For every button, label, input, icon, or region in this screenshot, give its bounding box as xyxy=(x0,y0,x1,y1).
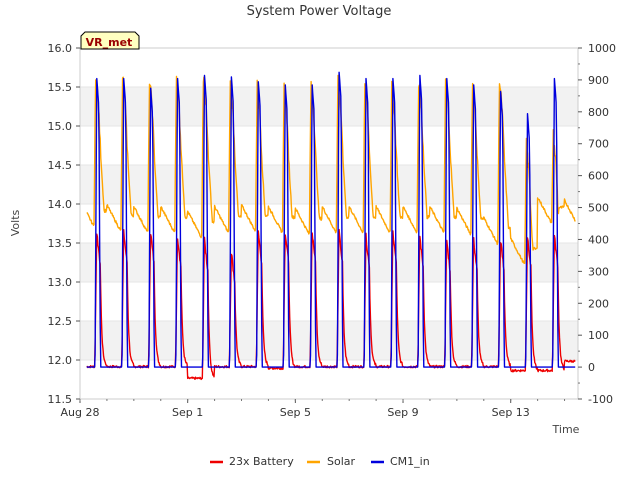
annotation-vr-met: VR_met xyxy=(80,31,140,50)
y-tick-label: 12.0 xyxy=(48,354,73,367)
y2-tick-label: 200 xyxy=(588,297,609,310)
y2-tick-label: 900 xyxy=(588,74,609,87)
y2-tick-label: 100 xyxy=(588,329,609,342)
y-axis-label: Volts xyxy=(9,209,22,236)
x-tick-label: Sep 5 xyxy=(280,406,311,419)
x-tick-label: Aug 28 xyxy=(61,406,100,419)
y2-tick-label: 800 xyxy=(588,106,609,119)
y-tick-label: 13.5 xyxy=(48,237,73,250)
legend-label-23x-battery: 23x Battery xyxy=(229,455,294,468)
legend-label-solar: Solar xyxy=(327,455,356,468)
y2-tick-label: 300 xyxy=(588,265,609,278)
legend-label-cm1-in: CM1_in xyxy=(390,455,430,468)
y-tick-label: 13.0 xyxy=(48,276,73,289)
annotation-label: VR_met xyxy=(86,36,133,49)
chart-title: System Power Voltage xyxy=(247,4,392,19)
y2-tick-label: 0 xyxy=(588,361,595,374)
y2-tick-label: 1000 xyxy=(588,42,616,55)
y2-tick-label: 400 xyxy=(588,233,609,246)
x-axis-label: Time xyxy=(552,423,580,436)
y2-tick-label: 500 xyxy=(588,202,609,215)
y-tick-label: 15.5 xyxy=(48,81,73,94)
y-tick-label: 15.0 xyxy=(48,120,73,133)
y2-tick-label: 700 xyxy=(588,138,609,151)
y-tick-label: 14.5 xyxy=(48,159,73,172)
x-tick-label: Sep 13 xyxy=(492,406,530,419)
y-tick-label: 16.0 xyxy=(48,42,73,55)
chart: 11.5 12.0 12.5 13.0 13.5 14.0 14.5 15.0 15.5 16.0… xyxy=(0,0,640,480)
y-tick-label: 11.5 xyxy=(48,393,73,406)
y2-tick-label: 600 xyxy=(588,170,609,183)
y2-tick-label: -100 xyxy=(588,393,613,406)
x-tick-label: Sep 9 xyxy=(387,406,418,419)
y-tick-label: 14.0 xyxy=(48,198,73,211)
y-tick-label: 12.5 xyxy=(48,315,73,328)
x-tick-label: Sep 1 xyxy=(172,406,203,419)
